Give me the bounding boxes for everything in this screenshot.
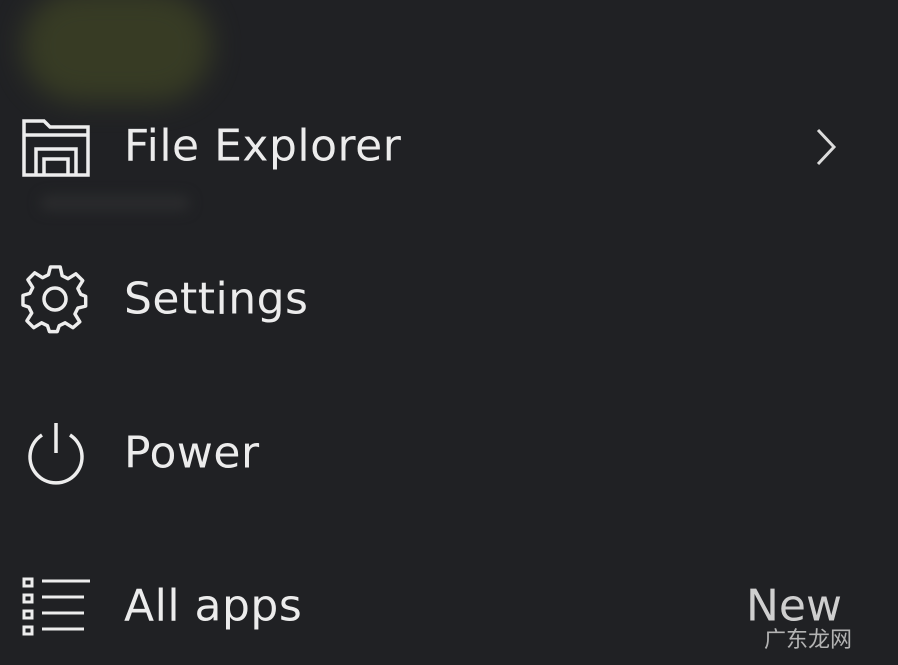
menu-item-label: File Explorer [124, 120, 402, 172]
menu-item-settings[interactable]: Settings [0, 240, 898, 360]
menu-item-label: All apps [124, 580, 303, 632]
gear-icon [18, 262, 94, 338]
all-apps-list-icon [18, 569, 94, 645]
menu-item-label: Settings [124, 273, 309, 325]
start-menu-left-rail: File Explorer Settings Power All apps Ne… [0, 0, 898, 665]
chevron-right-icon[interactable] [808, 124, 844, 170]
watermark-text: 广东龙网 [764, 628, 853, 653]
power-icon [18, 416, 94, 492]
menu-item-label: Power [124, 427, 260, 479]
menu-item-file-explorer[interactable]: File Explorer [0, 87, 898, 207]
file-explorer-icon [18, 109, 94, 185]
menu-item-power[interactable]: Power [0, 394, 898, 514]
